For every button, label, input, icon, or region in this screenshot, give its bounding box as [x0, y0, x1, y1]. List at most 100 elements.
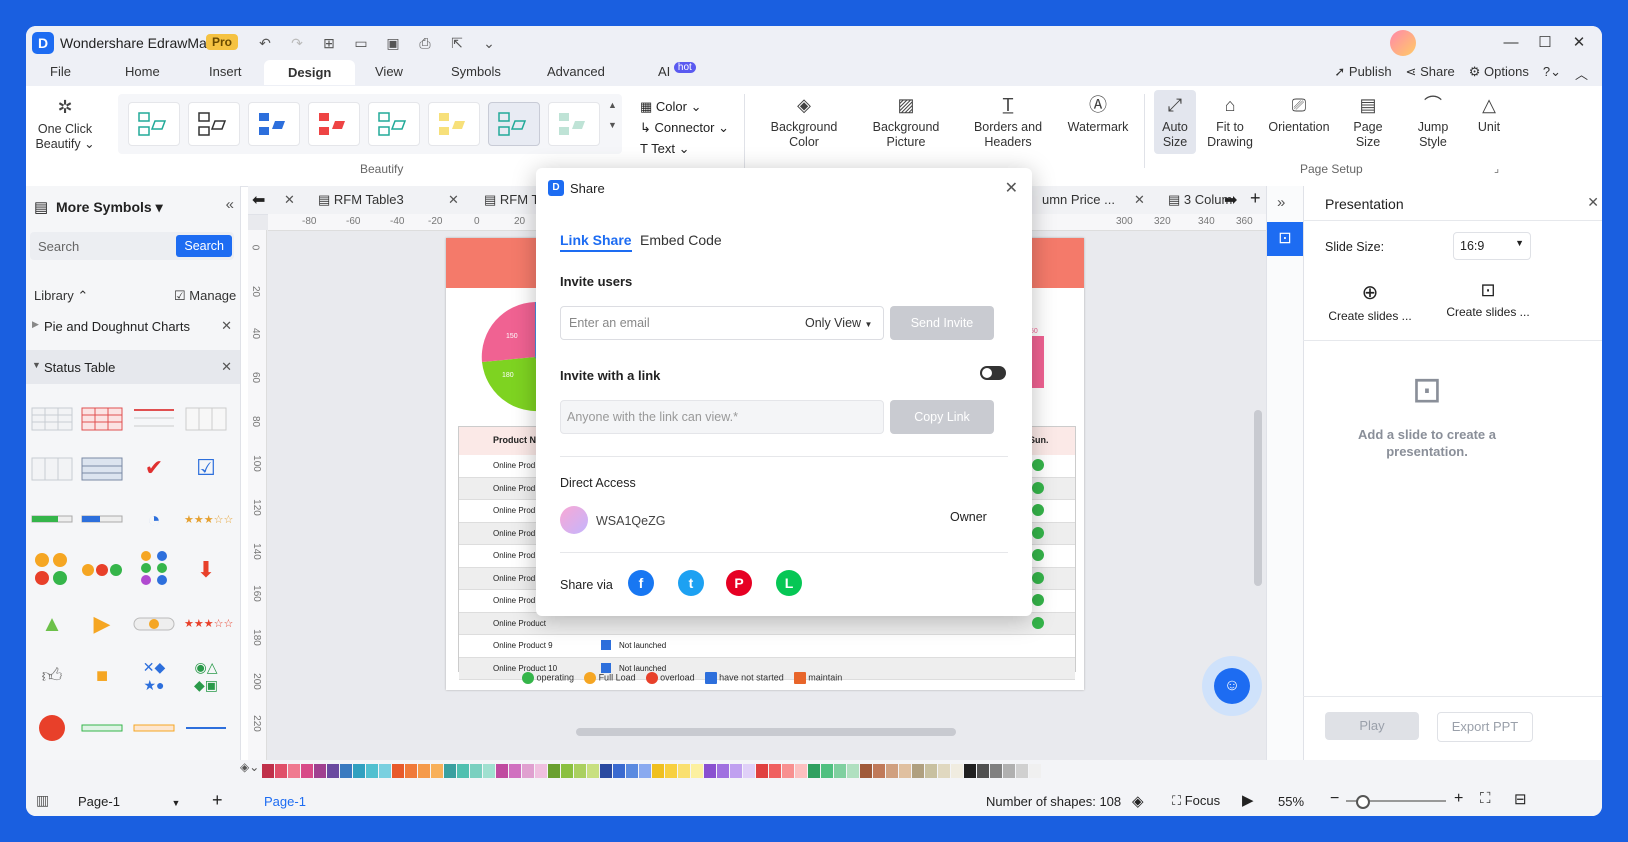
close-dialog-icon[interactable]: ✕	[1005, 178, 1018, 198]
tab-link-share[interactable]: Link Share	[560, 232, 632, 252]
style-thumb-7[interactable]	[488, 102, 540, 146]
color-swatch[interactable]	[613, 764, 625, 778]
borders-headers-button[interactable]: T̲ Borders and Headers	[970, 94, 1046, 150]
triangle-icon[interactable]: ▲	[30, 604, 74, 644]
permission-select[interactable]: Only View ▼	[805, 316, 872, 330]
color-swatch[interactable]	[626, 764, 638, 778]
play-icon[interactable]: ▶	[1242, 791, 1254, 809]
color-swatch[interactable]	[1003, 764, 1015, 778]
color-swatch[interactable]	[431, 764, 443, 778]
vertical-scrollbar[interactable]	[1254, 410, 1262, 586]
color-swatch[interactable]	[639, 764, 651, 778]
auto-size-button[interactable]: ⤢ Auto Size	[1154, 90, 1196, 154]
table-symbol-grey[interactable]	[184, 394, 228, 434]
page-select[interactable]: Page-1 ▼	[78, 794, 180, 809]
table-symbol-blue[interactable]	[80, 448, 124, 488]
color-dropdown[interactable]: ▦ Color ⌄	[640, 96, 729, 117]
color-swatch[interactable]	[353, 764, 365, 778]
color-swatch[interactable]	[704, 764, 716, 778]
create-slides-button-2[interactable]: ⊡ Create slides ...	[1443, 280, 1533, 319]
shapes-set-icon[interactable]: ✕◆ ★●	[132, 656, 176, 698]
options-button[interactable]: ⚙ Options	[1469, 64, 1529, 83]
status-lights-symbol[interactable]	[30, 550, 74, 590]
page-tab[interactable]: Page-1	[264, 794, 306, 809]
twitter-icon[interactable]: t	[678, 570, 704, 596]
line-icon[interactable]: L	[776, 570, 802, 596]
check-mark-icon[interactable]: ✔	[132, 448, 176, 488]
close-icon[interactable]: ✕	[1562, 30, 1596, 56]
table-symbol[interactable]	[30, 448, 74, 488]
color-swatch[interactable]	[327, 764, 339, 778]
color-swatch[interactable]	[730, 764, 742, 778]
save-icon[interactable]: ▣	[380, 32, 406, 54]
email-field[interactable]: Enter an email Only View ▼	[560, 306, 884, 340]
page-layout-icon[interactable]: ▥	[36, 792, 49, 809]
connector-dropdown[interactable]: ↳ Connector ⌄	[640, 117, 729, 138]
collapse-ribbon-icon[interactable]: ︿	[1575, 64, 1588, 83]
text-dropdown[interactable]: T Text ⌄	[640, 138, 729, 159]
manage-button[interactable]: ☑ Manage	[174, 288, 236, 304]
minimize-icon[interactable]: —	[1494, 30, 1528, 56]
color-swatch[interactable]	[275, 764, 287, 778]
color-swatch[interactable]	[691, 764, 703, 778]
gallery-scroll-down-icon[interactable]: ▼	[608, 120, 617, 130]
layers-icon[interactable]: ◈	[1132, 792, 1144, 810]
focus-button[interactable]: ⛶ Focus	[1172, 793, 1220, 809]
color-swatch[interactable]	[860, 764, 872, 778]
tab-file[interactable]: File	[50, 64, 71, 79]
shapes-set-green-icon[interactable]: ◉△ ◆▣	[184, 656, 228, 698]
print-icon[interactable]: ⎙	[412, 32, 438, 54]
close-tab-icon[interactable]: ✕	[1134, 192, 1145, 208]
full-screen-icon[interactable]: ⊟	[1514, 790, 1527, 808]
color-swatch[interactable]	[405, 764, 417, 778]
facebook-icon[interactable]: f	[628, 570, 654, 596]
send-invite-button[interactable]: Send Invite	[890, 306, 994, 340]
tab-view[interactable]: View	[375, 64, 403, 79]
publish-button[interactable]: ➚ Publish	[1334, 64, 1391, 83]
category-status-table[interactable]: ▼ Status Table ✕	[26, 350, 240, 384]
color-swatch[interactable]	[522, 764, 534, 778]
pie-progress-icon[interactable]: ◔	[132, 500, 176, 540]
multi-dots-symbol[interactable]	[132, 550, 176, 590]
close-category-icon[interactable]: ✕	[221, 359, 232, 375]
toggle-symbol[interactable]	[132, 604, 176, 644]
dialog-launcher-icon[interactable]: ⌟	[1494, 162, 1499, 175]
zoom-in-icon[interactable]: +	[1454, 790, 1463, 808]
close-tab-icon[interactable]: ✕	[284, 192, 295, 208]
progress-bar-symbol-blue[interactable]	[80, 500, 124, 540]
color-swatch[interactable]	[652, 764, 664, 778]
collapse-panel-icon[interactable]: «	[226, 196, 234, 213]
color-swatch[interactable]	[964, 764, 976, 778]
traffic-dots-symbol[interactable]	[80, 550, 124, 590]
doc-tab-3-column[interactable]: ▤ 3 Colum	[1168, 192, 1232, 208]
color-swatch[interactable]	[561, 764, 573, 778]
color-swatch[interactable]	[392, 764, 404, 778]
page-size-button[interactable]: ▤ Page Size	[1346, 94, 1390, 150]
slider-symbol-orange[interactable]	[132, 708, 176, 748]
tab-embed-code[interactable]: Embed Code	[640, 232, 722, 248]
color-swatch[interactable]	[678, 764, 690, 778]
table-symbol-red[interactable]	[80, 394, 124, 434]
slider-symbol[interactable]	[80, 708, 124, 748]
tab-advanced[interactable]: Advanced	[547, 64, 605, 79]
pinterest-icon[interactable]: P	[726, 570, 752, 596]
tab-scroll-right-icon[interactable]: ➡	[1224, 190, 1237, 210]
color-swatch[interactable]	[743, 764, 755, 778]
color-swatch[interactable]	[587, 764, 599, 778]
export-ppt-button[interactable]: Export PPT	[1437, 712, 1533, 742]
zoom-slider[interactable]	[1346, 795, 1446, 809]
zoom-slider-handle[interactable]	[1356, 795, 1370, 809]
tab-scroll-left-icon[interactable]: ⬅	[252, 190, 265, 210]
presentation-icon[interactable]: ⊡	[1267, 222, 1303, 256]
share-button[interactable]: ⋖ Share	[1406, 64, 1455, 83]
tab-ai[interactable]: AI hot	[658, 62, 696, 79]
expand-panel-icon[interactable]: »	[1277, 194, 1285, 211]
style-thumb-2[interactable]	[188, 102, 240, 146]
customize-icon[interactable]: ⌄	[476, 32, 502, 54]
fill-bucket-icon[interactable]: ◈⌄	[240, 760, 259, 774]
color-swatch[interactable]	[314, 764, 326, 778]
color-swatch[interactable]	[470, 764, 482, 778]
style-thumb-1[interactable]	[128, 102, 180, 146]
color-swatch[interactable]	[821, 764, 833, 778]
color-swatch[interactable]	[834, 764, 846, 778]
